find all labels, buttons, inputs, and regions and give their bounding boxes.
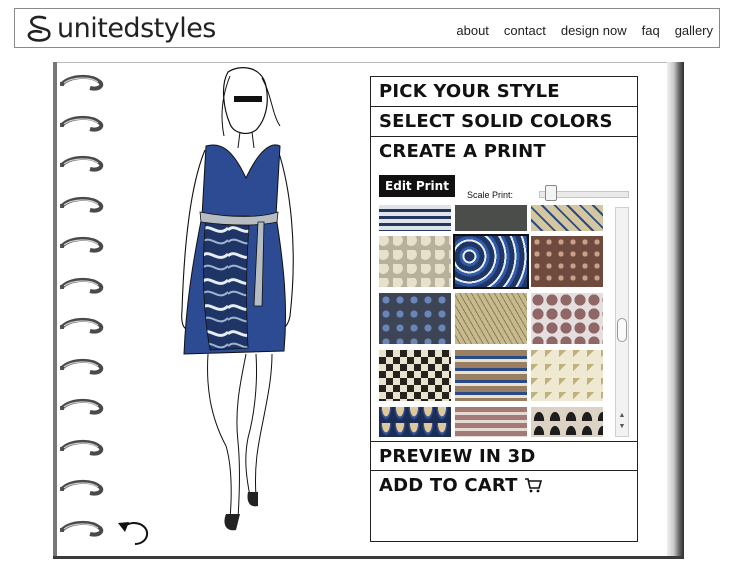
pick-your-style-section[interactable]: PICK YOUR STYLE [371,77,637,107]
print-grid-scrollbar[interactable]: ▲ ▼ [615,207,629,437]
dress-sketch [181,67,294,531]
print-swatch-peacock-scale[interactable] [379,407,451,437]
preview-in-3d-section[interactable]: PREVIEW IN 3D [371,441,637,471]
spiral-ring [60,237,104,253]
scale-print-label: Scale Print: [467,190,514,200]
print-swatch-mauve-waves[interactable] [455,407,527,437]
print-swatch-rust-bands[interactable] [455,350,527,401]
print-swatch-brown-mosaic[interactable] [531,236,603,287]
print-swatch-mauve-hex[interactable] [531,293,603,344]
nav-design-now[interactable]: design now [561,23,627,38]
print-swatch-charcoal-solid[interactable] [455,205,527,231]
add-to-cart-label: ADD TO CART [379,475,518,496]
add-to-cart-section[interactable]: ADD TO CART [371,471,637,501]
design-panel: PICK YOUR STYLE SELECT SOLID COLORS CREA… [370,76,638,542]
spiral-ring [60,196,104,212]
sketchbook-edge-left [53,62,57,558]
site-header: unitedstyles about contact design now fa… [14,8,720,48]
print-swatch-khaki-squiggle[interactable] [455,293,527,344]
main-nav: about contact design now faq gallery [456,23,713,38]
dress-print-panel [202,215,251,351]
nav-contact[interactable]: contact [504,23,546,38]
spiral-ring [60,156,104,172]
print-swatch-ink-scallop[interactable] [531,407,603,437]
spiral-ring [60,318,104,334]
spiral-ring [60,480,104,496]
spiral-ring [60,439,104,455]
spiral-ring [60,277,104,293]
print-swatch-navy-stripes[interactable] [379,205,451,231]
scale-slider-thumb[interactable] [545,185,558,201]
spiral-ring [60,115,104,131]
sketchbook-edge-bottom [53,556,684,559]
scroll-down-icon[interactable]: ▼ [616,423,628,430]
logo-mark-icon [27,15,51,42]
cart-icon [525,478,543,493]
print-swatch-tan-diamond[interactable] [531,205,603,231]
print-swatch-navy-dots[interactable] [379,293,451,344]
print-swatch-blue-swirl[interactable] [453,234,529,289]
spiral-ring [60,75,104,91]
spiral-ring [60,520,104,536]
undo-rotate-icon[interactable] [115,516,153,546]
print-swatch-beige-triangles[interactable] [531,350,603,401]
spiral-ring [60,399,104,415]
select-solid-colors-section[interactable]: SELECT SOLID COLORS [371,107,637,137]
nav-about[interactable]: about [456,23,489,38]
create-a-print-section[interactable]: CREATE A PRINT [371,137,637,167]
print-grid [379,205,613,437]
print-swatch-cream-crackle[interactable] [379,236,451,287]
logo-text: unitedstyles [57,12,216,44]
edit-print-button[interactable]: Edit Print [379,175,455,197]
print-swatch-black-checks[interactable] [379,350,451,401]
spiral-ring [60,358,104,374]
logo[interactable]: unitedstyles [25,12,216,44]
spiral-binding [60,62,110,558]
scroll-up-icon[interactable]: ▲ [616,412,628,419]
sketchbook-edge-right [667,62,684,558]
nav-gallery[interactable]: gallery [675,23,713,38]
nav-faq[interactable]: faq [642,23,660,38]
scale-print-slider[interactable] [539,185,629,201]
scrollbar-thumb[interactable] [617,318,627,342]
